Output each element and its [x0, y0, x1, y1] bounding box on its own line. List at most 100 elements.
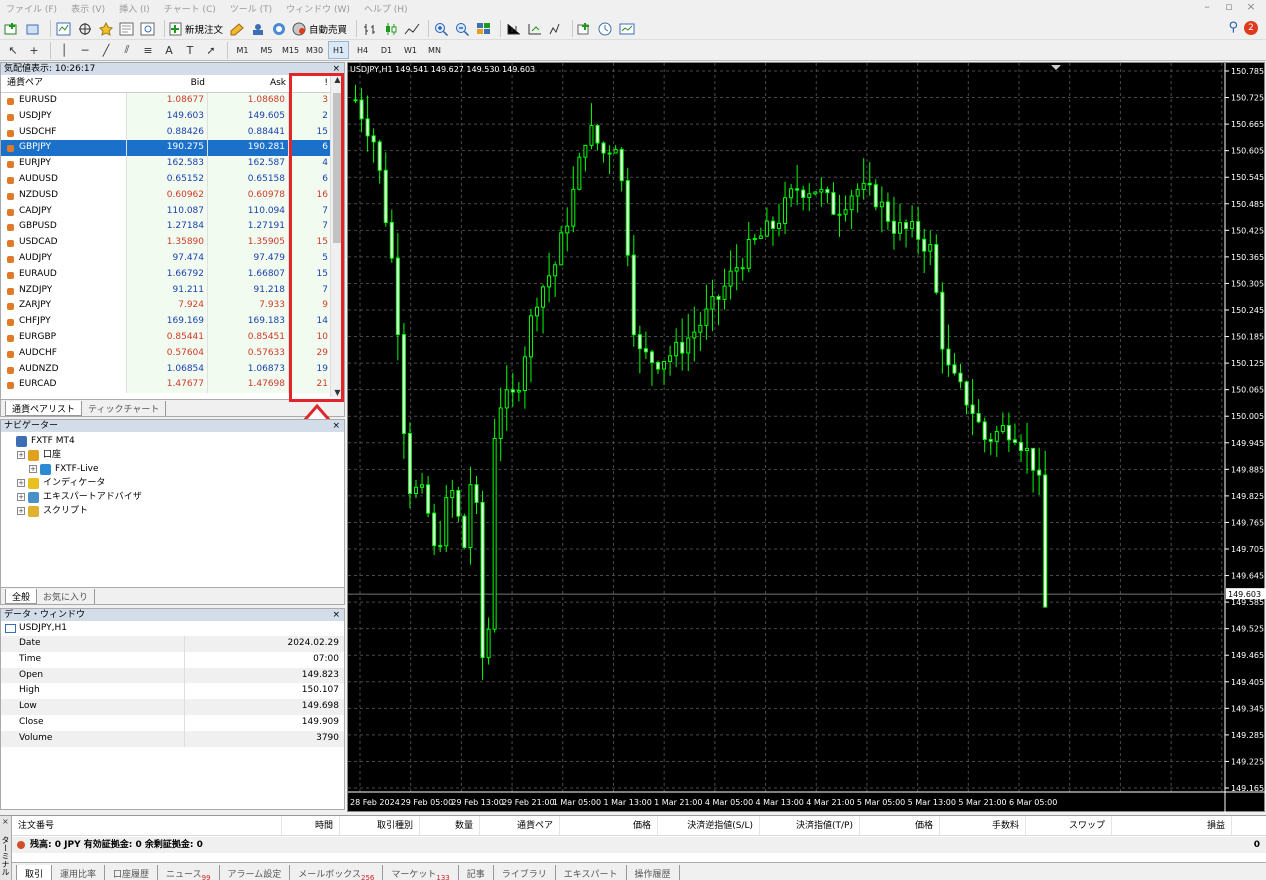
- market-watch-icon[interactable]: [55, 20, 73, 38]
- tile-windows-icon[interactable]: [475, 20, 493, 38]
- indicators-icon[interactable]: [547, 20, 565, 38]
- arrows-icon[interactable]: ➚: [202, 41, 220, 59]
- symbol-row[interactable]: NZDJPY 91.211 91.218 7: [1, 282, 331, 299]
- symbol-row[interactable]: CHFJPY 169.169 169.183 14: [1, 314, 331, 330]
- expand-icon[interactable]: +: [29, 465, 37, 473]
- chart-window[interactable]: 150.785 150.725 150.665 150.605 150.545 150.4…: [347, 62, 1266, 813]
- terminal-column[interactable]: 損益: [1112, 816, 1232, 835]
- navigator-item[interactable]: + FXTF-Live: [5, 462, 142, 476]
- navigator-item[interactable]: + エキスパートアドバイザ: [5, 490, 142, 504]
- symbol-row[interactable]: USDCHF 0.88426 0.88441 15: [1, 124, 331, 141]
- metaeditor-icon[interactable]: [228, 20, 246, 38]
- symbol-row[interactable]: EURJPY 162.583 162.587 4: [1, 156, 331, 172]
- menu-insert[interactable]: 挿入 (I): [119, 2, 150, 15]
- equidistant-channel-icon[interactable]: ⫽: [118, 41, 136, 59]
- symbol-row[interactable]: ZARJPY 7.924 7.933 9: [1, 298, 331, 315]
- menu-file[interactable]: ファイル (F): [6, 2, 57, 15]
- strategy-tester-icon[interactable]: [139, 20, 157, 38]
- close-icon[interactable]: ×: [332, 420, 340, 432]
- terminal-tab[interactable]: マーケット133: [383, 865, 459, 880]
- expand-icon[interactable]: +: [17, 493, 25, 501]
- price-chart[interactable]: 150.785 150.725 150.665 150.605 150.545 150.4…: [348, 63, 1266, 813]
- tab-symbols[interactable]: 通貨ペアリスト: [5, 401, 83, 416]
- timeframe-h1[interactable]: H1: [328, 41, 349, 59]
- zoom-out-icon[interactable]: [454, 20, 472, 38]
- symbol-row[interactable]: EURGBP 0.85441 0.85451 10: [1, 329, 331, 346]
- search-icon[interactable]: ⚲: [1228, 20, 1238, 35]
- cursor-icon[interactable]: ↖: [4, 41, 22, 59]
- terminal-tab[interactable]: ニュース99: [158, 865, 220, 880]
- text-icon[interactable]: A: [160, 41, 178, 59]
- terminal-column[interactable]: 決済指値(T/P): [760, 816, 860, 835]
- zoom-in-icon[interactable]: [433, 20, 451, 38]
- vertical-line-icon[interactable]: │: [55, 41, 73, 59]
- symbol-row[interactable]: USDJPY 149.603 149.605 2: [1, 108, 331, 125]
- horizontal-line-icon[interactable]: ─: [76, 41, 94, 59]
- crosshair-icon[interactable]: +: [25, 41, 43, 59]
- auto-trading-button[interactable]: 自動売買: [291, 20, 349, 38]
- restore-icon[interactable]: ▫: [1218, 0, 1240, 13]
- symbol-row[interactable]: EURUSD 1.08677 1.08680 3: [1, 93, 331, 109]
- navigator-item[interactable]: FXTF MT4: [5, 434, 142, 448]
- add-indicator-icon[interactable]: [577, 20, 595, 38]
- expand-icon[interactable]: +: [17, 479, 25, 487]
- menu-tools[interactable]: ツール (T): [230, 2, 272, 15]
- terminal-icon[interactable]: [118, 20, 136, 38]
- terminal-tab[interactable]: 運用比率: [52, 865, 106, 880]
- new-chart-icon[interactable]: [4, 20, 22, 38]
- autoscroll-icon[interactable]: [526, 20, 544, 38]
- line-chart-icon[interactable]: [403, 20, 421, 38]
- tab-general[interactable]: 全般: [5, 589, 38, 604]
- terminal-column[interactable]: 時間: [282, 816, 340, 835]
- community-icon[interactable]: [249, 20, 267, 38]
- terminal-tab[interactable]: 口座履歴: [105, 865, 159, 880]
- timeframe-h4[interactable]: H4: [352, 41, 373, 59]
- terminal-column[interactable]: 注文番号: [12, 816, 282, 835]
- symbol-row[interactable]: EURAUD 1.66792 1.66807 15: [1, 266, 331, 283]
- navigator-item[interactable]: + 口座: [5, 448, 142, 462]
- notification-badge[interactable]: 2: [1244, 21, 1258, 35]
- terminal-tab[interactable]: 記事: [459, 865, 494, 880]
- symbol-row[interactable]: GBPUSD 1.27184 1.27191 7: [1, 219, 331, 236]
- chart-shift-icon[interactable]: [505, 20, 523, 38]
- terminal-column[interactable]: 取引種別: [340, 816, 420, 835]
- fibonacci-icon[interactable]: ≡: [139, 41, 157, 59]
- column-symbol[interactable]: 通貨ペア: [1, 75, 127, 92]
- expand-icon[interactable]: +: [17, 451, 25, 459]
- column-ask[interactable]: Ask: [208, 75, 289, 92]
- symbol-row[interactable]: EURCAD 1.47677 1.47698 21: [1, 377, 331, 394]
- text-label-icon[interactable]: T: [181, 41, 199, 59]
- symbol-row[interactable]: CADJPY 110.087 110.094 7: [1, 203, 331, 220]
- terminal-column[interactable]: 価格: [860, 816, 940, 835]
- menu-help[interactable]: ヘルプ (H): [364, 2, 408, 15]
- symbol-row[interactable]: USDCAD 1.35890 1.35905 15: [1, 235, 331, 251]
- terminal-column[interactable]: 通貨ペア: [480, 816, 560, 835]
- terminal-tab[interactable]: エキスパート: [556, 865, 627, 880]
- tab-tick-chart[interactable]: ティックチャート: [82, 401, 167, 416]
- periods-icon[interactable]: [598, 20, 616, 38]
- timeframe-m1[interactable]: M1: [232, 41, 253, 59]
- symbol-row[interactable]: AUDJPY 97.474 97.479 5: [1, 250, 331, 267]
- terminal-tab[interactable]: 操作履歴: [627, 865, 680, 880]
- navigator-icon[interactable]: [97, 20, 115, 38]
- profiles-icon[interactable]: [25, 20, 43, 38]
- timeframe-d1[interactable]: D1: [376, 41, 397, 59]
- menu-view[interactable]: 表示 (V): [71, 2, 105, 15]
- menu-chart[interactable]: チャート (C): [164, 2, 216, 15]
- timeframe-m5[interactable]: M5: [256, 41, 277, 59]
- symbol-row[interactable]: GBPJPY 190.275 190.281 6: [1, 140, 331, 157]
- candlestick-icon[interactable]: [382, 20, 400, 38]
- timeframe-w1[interactable]: W1: [400, 41, 421, 59]
- bar-chart-icon[interactable]: [361, 20, 379, 38]
- minimize-icon[interactable]: –: [1196, 0, 1218, 13]
- navigator-item[interactable]: + インディケータ: [5, 476, 142, 490]
- tab-favorites[interactable]: お気に入り: [37, 589, 96, 604]
- symbol-row[interactable]: AUDCHF 0.57604 0.57633 29: [1, 345, 331, 362]
- data-window-icon[interactable]: [76, 20, 94, 38]
- terminal-column[interactable]: 価格: [560, 816, 658, 835]
- column-bid[interactable]: Bid: [127, 75, 208, 92]
- terminal-column[interactable]: 手数料: [940, 816, 1026, 835]
- trendline-icon[interactable]: ╱: [97, 41, 115, 59]
- terminal-column[interactable]: スワップ: [1026, 816, 1112, 835]
- terminal-tab[interactable]: ライブラリ: [494, 865, 556, 880]
